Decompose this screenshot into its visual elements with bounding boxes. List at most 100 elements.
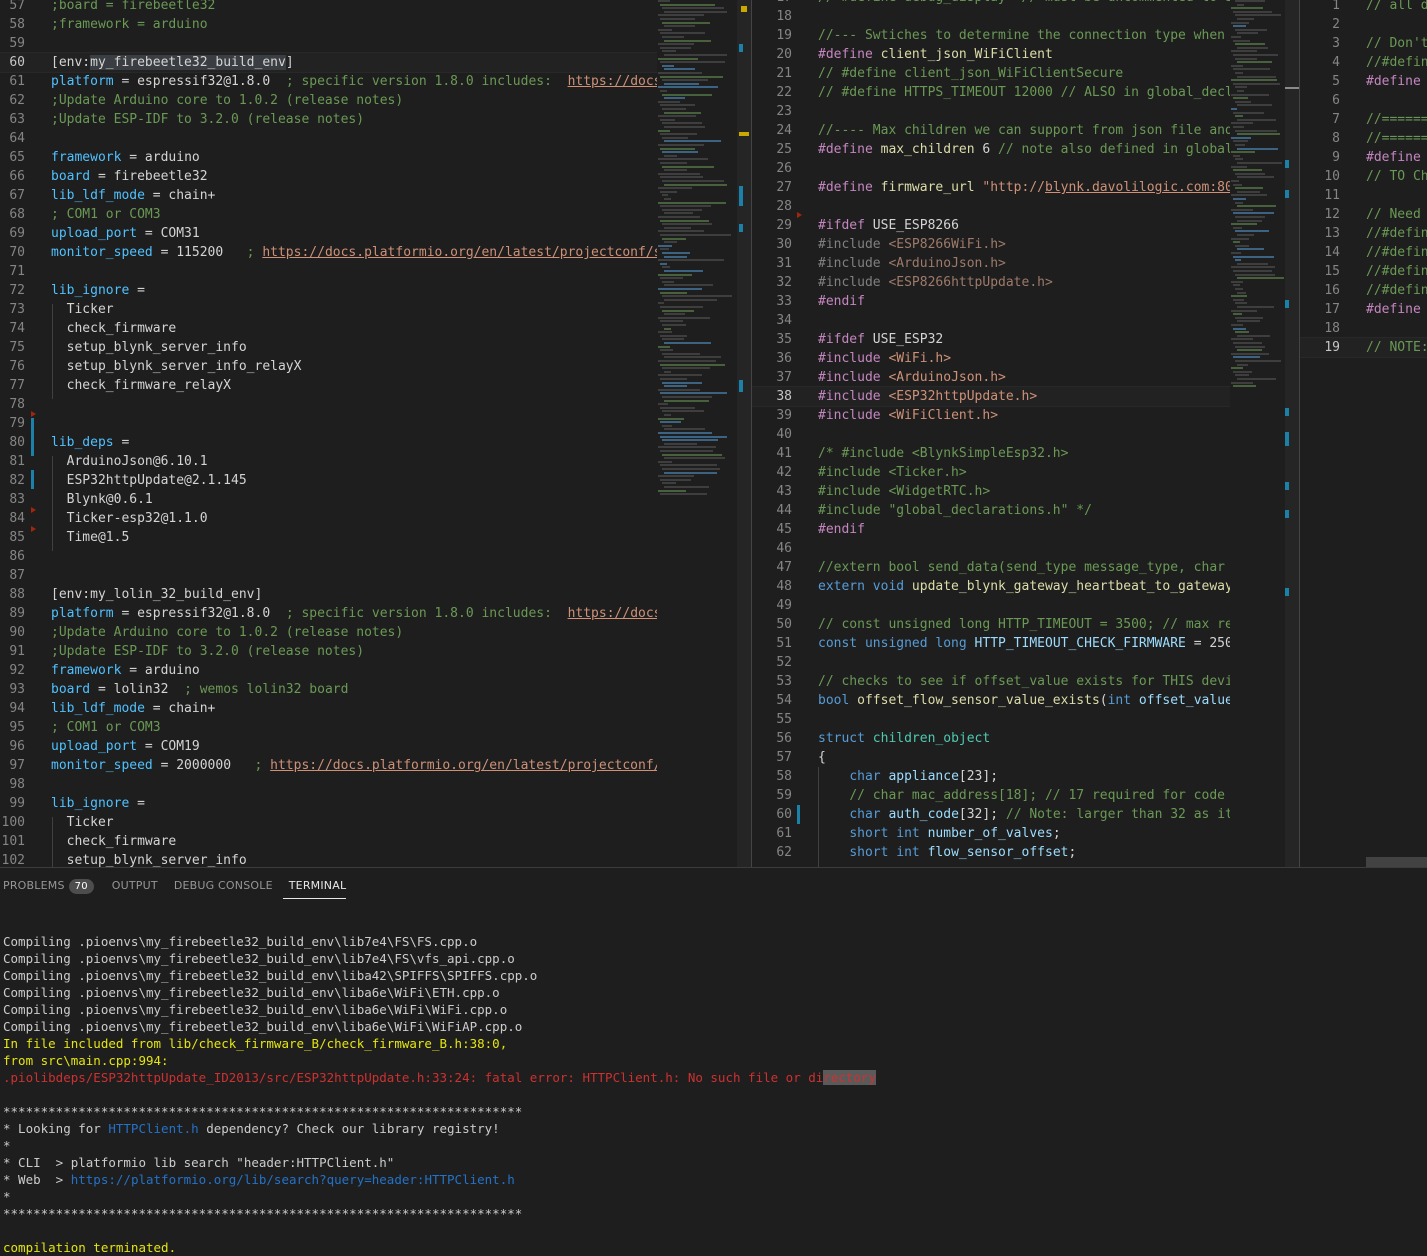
editor-platformio-ini[interactable]: 57 ;board = firebeetle32 58 ;framework = ar… [0, 0, 657, 867]
editor-global-declarations-h[interactable]: 1 // all d 2 3 // Don't 4 //#defin 5 #define 6 7 /… [1300, 0, 1427, 867]
code-line[interactable]: 47 //extern bool send_data(send_type mess… [752, 558, 1230, 577]
code-line[interactable]: 81 ArduinoJson@6.10.1 [0, 452, 657, 471]
code-line[interactable]: 17 // #define debug_display // must be un… [752, 0, 1230, 7]
code-line[interactable]: 7 //====== [1300, 110, 1427, 129]
tab-debug-console[interactable]: DEBUG CONSOLE [168, 876, 283, 898]
code-line[interactable]: 80 lib_deps = [0, 433, 657, 452]
left-scrollbar[interactable] [737, 0, 751, 867]
code-line[interactable]: 28 [752, 197, 1230, 216]
code-line[interactable]: 25 #define max_children 6 // note also de… [752, 140, 1230, 159]
code-line[interactable]: 31 #include <ArduinoJson.h> [752, 254, 1230, 273]
code-line[interactable]: 61 short int number_of_valves; [752, 824, 1230, 843]
code-line[interactable]: 5 #define [1300, 72, 1427, 91]
code-line[interactable]: 59 [0, 34, 657, 53]
code-line[interactable]: 4 //#defin [1300, 53, 1427, 72]
code-line[interactable]: 39 #include <WiFiClient.h> [752, 406, 1230, 425]
code-line[interactable]: 60 [env:my_firebeetle32_build_env] [0, 52, 657, 73]
code-line[interactable]: 51 const unsigned long HTTP_TIMEOUT_CHECK… [752, 634, 1230, 653]
code-line[interactable]: 86 [0, 547, 657, 566]
code-line[interactable]: 75 setup_blynk_server_info [0, 338, 657, 357]
code-line[interactable]: 43 #include <WidgetRTC.h> [752, 482, 1230, 501]
code-line[interactable]: 36 #include <WiFi.h> [752, 349, 1230, 368]
middle-minimap[interactable] [1230, 0, 1285, 867]
code-line[interactable]: 3 // Don't [1300, 34, 1427, 53]
terminal-link[interactable]: HTTPClient.h [108, 1121, 198, 1136]
code-line[interactable]: 10 // TO Ch [1300, 167, 1427, 186]
code-line[interactable]: 60 char auth_code[32]; // Note: larger t… [752, 805, 1230, 824]
code-line[interactable]: 45 #endif [752, 520, 1230, 539]
code-line[interactable]: 53 // checks to see if offset_value exist… [752, 672, 1230, 691]
terminal-output[interactable]: Compiling .pioenvs\my_firebeetle32_build… [3, 916, 1427, 1256]
code-line[interactable]: 82 ESP32httpUpdate@2.1.145 [0, 471, 657, 490]
code-line[interactable]: 37 #include <ArduinoJson.h> [752, 368, 1230, 387]
code-line[interactable]: 44 #include "global_declarations.h" */ [752, 501, 1230, 520]
code-line[interactable]: 58 char appliance[23]; [752, 767, 1230, 786]
code-line[interactable]: 8 //====== [1300, 129, 1427, 148]
code-line[interactable]: 73 Ticker [0, 300, 657, 319]
code-line[interactable]: 72 lib_ignore = [0, 281, 657, 300]
code-line[interactable]: 34 [752, 311, 1230, 330]
code-line[interactable]: 101 check_firmware [0, 832, 657, 851]
code-line[interactable]: 21 // #define client_json_WiFiClientSecur… [752, 64, 1230, 83]
code-line[interactable]: 62 short int flow_sensor_offset; [752, 843, 1230, 862]
code-line[interactable]: 77 check_firmware_relayX [0, 376, 657, 395]
middle-scrollbar[interactable] [1285, 0, 1299, 867]
code-line[interactable]: 23 [752, 102, 1230, 121]
code-line[interactable]: 14 //#defin [1300, 243, 1427, 262]
code-line[interactable]: 6 [1300, 91, 1427, 110]
code-line[interactable]: 22 // #define HTTPS_TIMEOUT 12000 // ALSO… [752, 83, 1230, 102]
code-line[interactable]: 54 bool offset_flow_sensor_value_exists(i… [752, 691, 1230, 710]
code-line[interactable]: 92 framework = arduino [0, 661, 657, 680]
code-line[interactable]: 46 [752, 539, 1230, 558]
code-line[interactable]: 93 board = lolin32 ; wemos lolin32 board [0, 680, 657, 699]
code-line[interactable]: 91 ;Update ESP-IDF to 3.2.0 (release note… [0, 642, 657, 661]
code-line[interactable]: 66 board = firebeetle32 [0, 167, 657, 186]
horizontal-scrollbar-thumb[interactable] [1366, 857, 1427, 867]
code-line[interactable]: 70 monitor_speed = 115200 ; https://docs.… [0, 243, 657, 262]
code-line[interactable]: 18 [1300, 319, 1427, 338]
code-line[interactable]: 55 [752, 710, 1230, 729]
code-line[interactable]: 61 platform = espressif32@1.8.0 ; specifi… [0, 72, 657, 91]
code-line[interactable]: 42 #include <Ticker.h> [752, 463, 1230, 482]
code-line[interactable]: 59 // char mac_address[18]; // 17 requir… [752, 786, 1230, 805]
code-line[interactable]: 90 ;Update Arduino core to 1.0.2 (release… [0, 623, 657, 642]
code-line[interactable]: 68 ; COM1 or COM3 [0, 205, 657, 224]
code-line[interactable]: 57 ;board = firebeetle32 [0, 0, 657, 15]
code-line[interactable]: 76 setup_blynk_server_info_relayX [0, 357, 657, 376]
code-line[interactable]: 102 setup_blynk_server_info [0, 851, 657, 867]
tab-problems[interactable]: PROBLEMS 70 [0, 876, 104, 898]
code-line[interactable]: 26 [752, 159, 1230, 178]
code-line[interactable]: 85 Time@1.5 [0, 528, 657, 547]
tab-output[interactable]: OUTPUT [104, 876, 168, 898]
code-line[interactable]: 15 //#defin [1300, 262, 1427, 281]
code-line[interactable]: 96 upload_port = COM19 [0, 737, 657, 756]
code-line[interactable]: 65 framework = arduino [0, 148, 657, 167]
code-line[interactable]: 94 lib_ldf_mode = chain+ [0, 699, 657, 718]
code-line[interactable]: 79 [0, 414, 657, 433]
code-line[interactable]: 88 [env:my_lolin_32_build_env] [0, 585, 657, 604]
code-line[interactable]: 99 lib_ignore = [0, 794, 657, 813]
code-line[interactable]: 19 //--- Swtiches to determine the connec… [752, 26, 1230, 45]
code-line[interactable]: 69 upload_port = COM31 [0, 224, 657, 243]
code-line[interactable]: 84 Ticker-esp32@1.1.0 [0, 509, 657, 528]
code-line[interactable]: 64 [0, 129, 657, 148]
code-line[interactable]: 38 #include <ESP32httpUpdate.h> [752, 386, 1230, 407]
terminal-link[interactable]: https://platformio.org/lib/search?query=… [71, 1172, 515, 1187]
code-line[interactable]: 89 platform = espressif32@1.8.0 ; specifi… [0, 604, 657, 623]
left-minimap[interactable] [657, 0, 737, 867]
code-line[interactable]: 67 lib_ldf_mode = chain+ [0, 186, 657, 205]
code-line[interactable]: 74 check_firmware [0, 319, 657, 338]
code-line[interactable]: 35 #ifdef USE_ESP32 [752, 330, 1230, 349]
code-line[interactable]: 41 /* #include <BlynkSimpleEsp32.h> [752, 444, 1230, 463]
code-line[interactable]: 71 [0, 262, 657, 281]
code-line[interactable]: 12 // Need [1300, 205, 1427, 224]
code-line[interactable]: 58 ;framework = arduino [0, 15, 657, 34]
code-line[interactable]: 32 #include <ESP8266httpUpdate.h> [752, 273, 1230, 292]
code-line[interactable]: 29 #ifdef USE_ESP8266 [752, 216, 1230, 235]
code-line[interactable]: 63 ;Update ESP-IDF to 3.2.0 (release note… [0, 110, 657, 129]
code-line[interactable]: 98 [0, 775, 657, 794]
code-line[interactable]: 9 #define [1300, 148, 1427, 167]
code-line[interactable]: 83 Blynk@0.6.1 [0, 490, 657, 509]
code-line[interactable]: 50 // const unsigned long HTTP_TIMEOUT = … [752, 615, 1230, 634]
code-line[interactable]: 78 [0, 395, 657, 414]
